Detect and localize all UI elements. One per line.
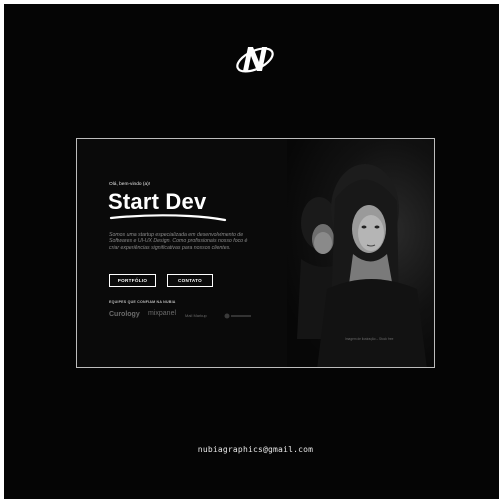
hero-photo	[287, 139, 434, 367]
contact-button[interactable]: CONTATO	[167, 274, 213, 287]
brush-underline-icon	[109, 214, 227, 222]
hero-description: Somos uma startup especializada em desen…	[109, 232, 248, 251]
partner-logo-mixpanel: mixpanel	[148, 310, 177, 317]
poster-frame: Olá, bem-vindo (a)! Start Dev Somos uma …	[4, 4, 499, 499]
portrait-illustration	[297, 164, 427, 367]
partner-logo-faded-icon	[224, 313, 251, 319]
greeting-text: Olá, bem-vindo (a)!	[109, 182, 151, 187]
website-preview-card: Olá, bem-vindo (a)! Start Dev Somos uma …	[76, 138, 435, 368]
partners-label: EQUIPES QUE CONFIAM NA NUBIA	[109, 300, 176, 304]
partner-logo-mailmarkup: Mail Markup	[185, 313, 207, 318]
partner-logo-curology: Curology	[109, 311, 140, 318]
photo-caption: Imagem de ilustração – Stock free	[345, 337, 394, 341]
n-orbit-logo-icon	[236, 47, 274, 73]
portfolio-button[interactable]: PORTFÓLIO	[109, 274, 156, 287]
contact-email[interactable]: nubiagraphics@gmail.com	[4, 445, 503, 454]
